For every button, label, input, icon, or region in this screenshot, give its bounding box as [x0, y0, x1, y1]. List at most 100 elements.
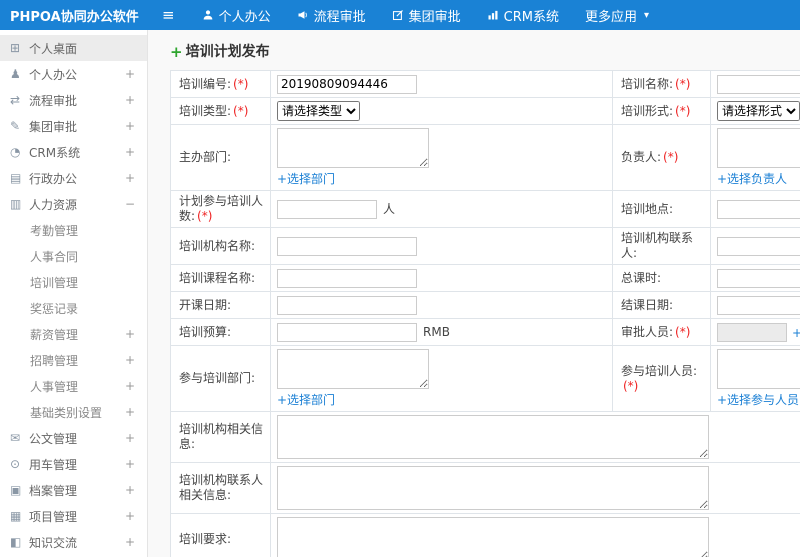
pick-dept-link[interactable]: +选择部门: [277, 170, 606, 187]
project-icon: ▦: [10, 509, 22, 523]
expand-icon: +: [124, 405, 135, 419]
expand-icon: +: [124, 171, 135, 185]
page-title: 培训计划发布: [185, 44, 270, 60]
mail-icon: ✉: [10, 431, 21, 445]
row-count-location: 计划参与培训人数: (*) 人 培训地点:: [170, 190, 800, 228]
nav-more-apps[interactable]: 更多应用 ▾: [572, 0, 662, 30]
topbar: PHPOA协同办公软件 ≡ 个人办公 流程审批 集团审批 CRM系统 更多应用 …: [0, 0, 800, 30]
pick-leader-link[interactable]: +选择负责人: [717, 170, 800, 187]
required-mark: (*): [197, 209, 213, 223]
pick-join-dept-link[interactable]: +选择部门: [277, 391, 606, 408]
course-name-input[interactable]: [277, 268, 417, 288]
nav-label: 流程审批: [313, 9, 366, 25]
nav-crm[interactable]: CRM系统: [474, 0, 572, 30]
sidebar-item-rewards[interactable]: 奖惩记录: [0, 295, 147, 321]
edit-icon: [392, 9, 404, 21]
total-hours-input[interactable]: [717, 268, 800, 288]
row-type-mode: 培训类型: (*) 请选择类型 培训形式: (*) 请选择形式: [170, 97, 800, 125]
expand-icon: +: [124, 379, 135, 393]
training-no-input[interactable]: [277, 74, 417, 94]
join-people-label: 参与培训人员:(*): [612, 345, 711, 412]
location-label: 培训地点:: [612, 190, 711, 228]
location-input[interactable]: [717, 199, 800, 219]
hr-icon: ▥: [10, 197, 22, 211]
sidebar-item-archive[interactable]: ▣ 档案管理 +: [0, 477, 147, 503]
org-name-input[interactable]: [277, 236, 417, 256]
org-contact-info-textarea[interactable]: [277, 466, 709, 510]
budget-input[interactable]: [277, 322, 417, 342]
start-date-input[interactable]: [277, 295, 417, 315]
pick-approver-link[interactable]: +选择审批人员: [792, 324, 800, 341]
org-info-textarea[interactable]: [277, 415, 709, 459]
person-unit: 人: [383, 202, 396, 216]
sidebar-item-knowledge[interactable]: ◧ 知识交流 +: [0, 529, 147, 555]
required-mark: (*): [675, 103, 691, 118]
row-dept-leader: 主办部门: +选择部门 负责人: (*) +选择负责人: [170, 124, 800, 191]
join-people-textarea[interactable]: [717, 349, 800, 389]
required-mark: (*): [675, 324, 691, 339]
host-dept-label: 主办部门:: [170, 124, 271, 191]
sidebar-item-crm[interactable]: ◔ CRM系统 +: [0, 139, 147, 165]
org-contact-input[interactable]: [717, 236, 800, 256]
menu-toggle-icon[interactable]: ≡: [148, 6, 189, 24]
approver-input[interactable]: [717, 322, 787, 342]
leader-label: 负责人: (*): [612, 124, 711, 191]
requirement-label: 培训要求:: [170, 513, 271, 557]
sidebar-item-admin-office[interactable]: ▤ 行政办公 +: [0, 165, 147, 191]
requirement-textarea[interactable]: [277, 517, 709, 557]
start-date-label: 开课日期:: [170, 291, 271, 319]
nav-personal-office[interactable]: 个人办公: [189, 0, 284, 30]
row-org-contact: 培训机构名称: 培训机构联系人:: [170, 227, 800, 265]
sidebar-item-personal-desktop[interactable]: ⊞ 个人桌面: [0, 35, 147, 61]
expand-icon: +: [124, 535, 135, 549]
sidebar-item-attendance[interactable]: 考勤管理: [0, 217, 147, 243]
nav-label: CRM系统: [503, 9, 559, 25]
planned-count-input[interactable]: [277, 199, 377, 219]
join-dept-textarea[interactable]: [277, 349, 429, 389]
sidebar-item-hr[interactable]: ▥ 人力资源 −: [0, 191, 147, 217]
sidebar-item-base-category[interactable]: 基础类别设置 +: [0, 399, 147, 425]
training-type-select[interactable]: 请选择类型: [277, 101, 360, 121]
training-type-label: 培训类型: (*): [170, 97, 271, 125]
sidebar-item-personal-office[interactable]: ♟ 个人办公 +: [0, 61, 147, 87]
required-mark: (*): [233, 103, 249, 118]
nav-label: 个人办公: [218, 9, 271, 25]
sidebar: ⊞ 个人桌面 ♟ 个人办公 + ⇄ 流程审批 + ✎ 集团审批 + ◔ CRM系…: [0, 30, 148, 557]
sidebar-item-recruitment[interactable]: 招聘管理 +: [0, 347, 147, 373]
chevron-down-icon: ▾: [643, 9, 649, 21]
leader-textarea[interactable]: [717, 128, 800, 168]
row-budget-approver: 培训预算: RMB 审批人员:(*) +选择审批人员: [170, 318, 800, 346]
end-date-input[interactable]: [717, 295, 800, 315]
sidebar-item-salary[interactable]: 薪资管理 +: [0, 321, 147, 347]
chat-icon: ◧: [10, 535, 22, 549]
total-hours-label: 总课时:: [612, 264, 711, 292]
required-mark: (*): [623, 378, 639, 393]
main-content: +培训计划发布 培训编号:(*) 培训名称:(*) 培训类型:(*) 请选择类型…: [148, 30, 800, 557]
sidebar-item-personnel[interactable]: 人事管理 +: [0, 373, 147, 399]
join-dept-label: 参与培训部门:: [170, 345, 271, 412]
sidebar-item-document[interactable]: ✉ 公文管理 +: [0, 425, 147, 451]
sidebar-item-project[interactable]: ▦ 项目管理 +: [0, 503, 147, 529]
row-course-hours: 培训课程名称: 总课时:: [170, 264, 800, 292]
expand-icon: +: [124, 67, 135, 81]
megaphone-icon: [297, 9, 309, 21]
training-name-input[interactable]: [717, 74, 800, 94]
expand-icon: +: [124, 353, 135, 367]
planned-count-label: 计划参与培训人数: (*): [170, 190, 271, 228]
expand-icon: +: [124, 119, 135, 133]
sidebar-item-group-approval[interactable]: ✎ 集团审批 +: [0, 113, 147, 139]
training-mode-select[interactable]: 请选择形式: [717, 101, 800, 121]
archive-icon: ▣: [10, 483, 22, 497]
sidebar-item-training[interactable]: 培训管理: [0, 269, 147, 295]
sidebar-item-workflow-approval[interactable]: ⇄ 流程审批 +: [0, 87, 147, 113]
row-requirement: 培训要求:: [170, 513, 800, 557]
pick-join-people-link[interactable]: +选择参与人员: [717, 391, 800, 408]
host-dept-textarea[interactable]: [277, 128, 429, 168]
nav-group-approval[interactable]: 集团审批: [379, 0, 474, 30]
nav-workflow-approval[interactable]: 流程审批: [284, 0, 379, 30]
grid-icon: ▤: [10, 171, 22, 185]
pie-icon: ◔: [10, 145, 21, 159]
sidebar-item-vehicle[interactable]: ⊙ 用车管理 +: [0, 451, 147, 477]
desktop-icon: ⊞: [10, 41, 21, 55]
sidebar-item-hr-contract[interactable]: 人事合同: [0, 243, 147, 269]
